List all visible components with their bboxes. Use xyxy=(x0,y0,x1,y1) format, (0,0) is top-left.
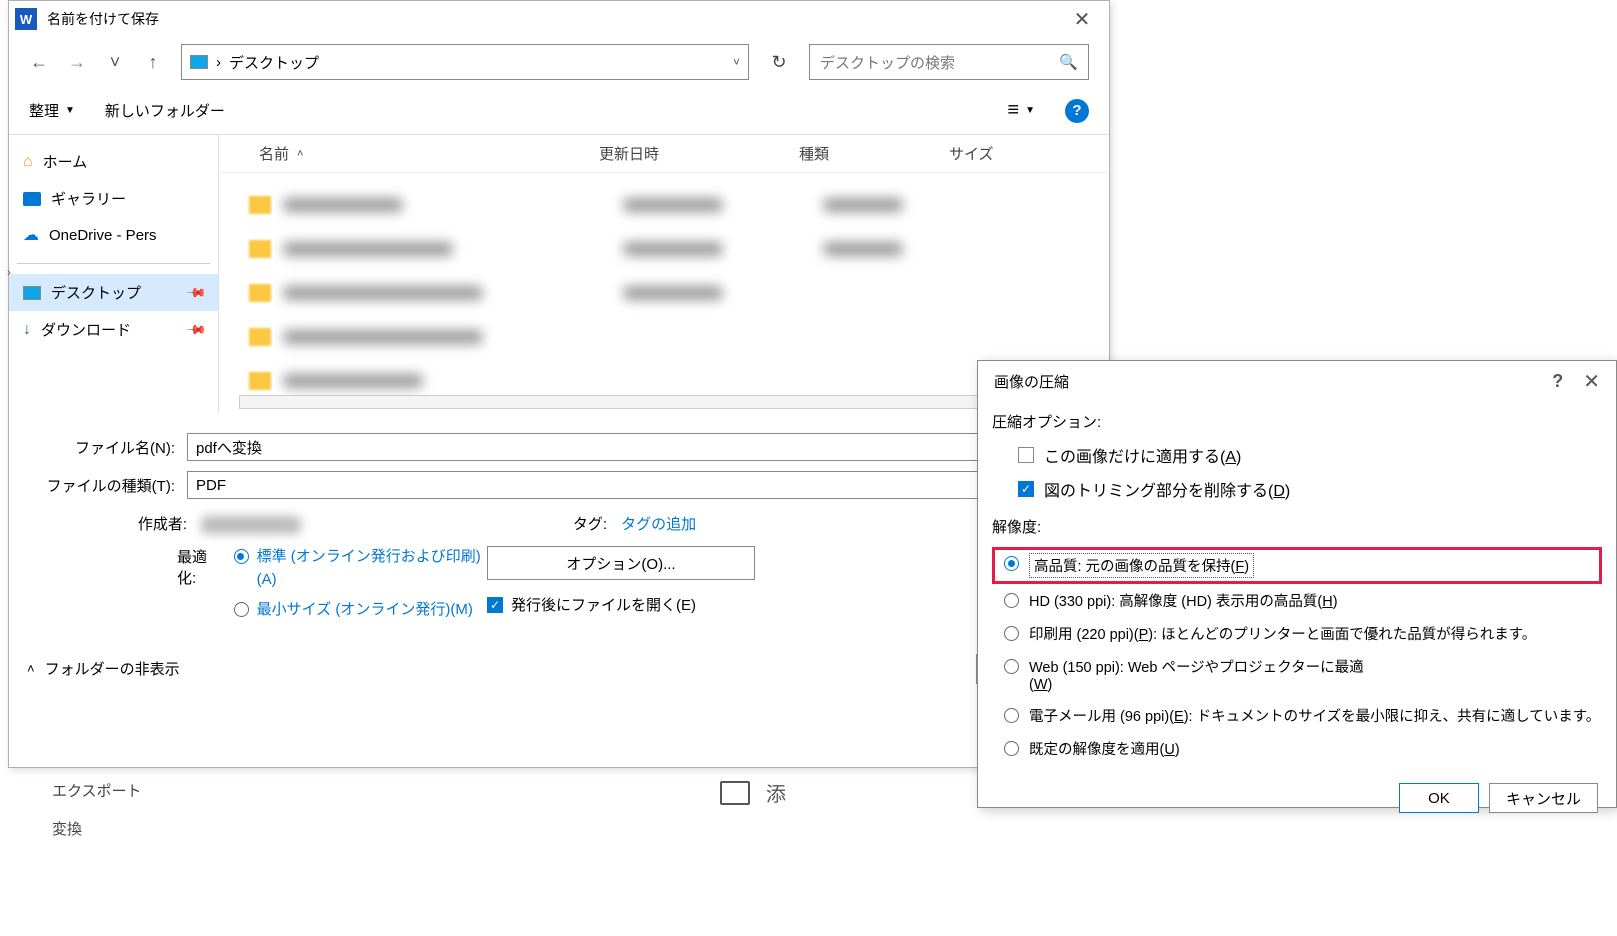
radio-icon xyxy=(234,602,249,617)
nav-up-icon[interactable]: ↑ xyxy=(143,52,163,73)
optimize-minsize-radio[interactable]: 最小サイズ (オンライン発行)(M) xyxy=(234,599,487,622)
attachment-peek: 添 xyxy=(720,778,786,807)
saveas-title: 名前を付けて保存 xyxy=(47,9,159,29)
pin-icon[interactable]: 📌 xyxy=(185,281,208,304)
caret-up-icon[interactable]: ˄ xyxy=(27,661,35,676)
hide-folders-link[interactable]: フォルダーの非表示 xyxy=(45,658,180,679)
sidebar-downloads[interactable]: ↓ダウンロード📌 xyxy=(9,311,218,348)
close-icon[interactable]: ✕ xyxy=(1061,4,1103,34)
resolution-heading: 解像度: xyxy=(978,506,1616,543)
res-print-radio[interactable]: 印刷用 (220 ppi)(P): ほとんどのプリンターと画面で優れた品質が得ら… xyxy=(992,617,1602,650)
checkbox-checked-icon xyxy=(487,597,503,613)
col-size[interactable]: サイズ xyxy=(949,143,1029,164)
author-value-blurred xyxy=(201,516,301,534)
home-icon: ⌂ xyxy=(23,153,33,171)
radio-checked-icon xyxy=(1004,556,1019,571)
checkbox-checked-icon xyxy=(1018,481,1034,497)
filetype-label: ファイルの種類(T): xyxy=(27,475,187,496)
dialog-buttons: OK キャンセル xyxy=(978,769,1616,827)
filename-input[interactable] xyxy=(187,433,1091,461)
cancel-button[interactable]: キャンセル xyxy=(1489,783,1598,813)
breadcrumb-sep: › xyxy=(216,54,221,71)
help-icon[interactable]: ? xyxy=(1065,99,1089,123)
help-icon[interactable]: ? xyxy=(1552,371,1563,392)
nav-back-icon[interactable]: ← xyxy=(29,52,49,73)
col-date[interactable]: 更新日時 xyxy=(599,143,799,164)
file-list-header: 名前 ˄ 更新日時 種類 サイズ xyxy=(219,135,1109,173)
view-mode-button[interactable]: ≡ ▼ xyxy=(1007,99,1035,122)
radio-icon xyxy=(1004,659,1019,674)
res-default-radio[interactable]: 既定の解像度を適用(U) xyxy=(992,732,1602,765)
res-email-radio[interactable]: 電子メール用 (96 ppi)(E): ドキュメントのサイズを最小限に抑え、共有… xyxy=(992,699,1602,732)
bottom-bar: ˄ フォルダーの非表示 ツール(L)▼ xyxy=(9,640,1109,698)
expand-arrow-icon[interactable]: › xyxy=(7,265,11,279)
saveas-titlebar: W 名前を付けて保存 ✕ xyxy=(9,1,1109,37)
compress-title: 画像の圧縮 xyxy=(994,371,1069,392)
pin-icon[interactable]: 📌 xyxy=(185,318,208,341)
file-rows-blurred xyxy=(219,173,1109,413)
organize-button[interactable]: 整理▼ xyxy=(29,100,75,121)
gallery-icon xyxy=(23,192,41,206)
desktop-icon xyxy=(23,286,41,300)
breadcrumb[interactable]: › デスクトップ ˅ xyxy=(181,44,749,80)
nav-forward-icon[interactable]: → xyxy=(67,52,87,73)
ok-button[interactable]: OK xyxy=(1399,783,1479,813)
sidebar-home[interactable]: ⌂ホーム xyxy=(9,143,218,180)
search-input[interactable]: デスクトップの検索 🔍 xyxy=(809,44,1089,80)
delete-crop-checkbox[interactable]: 図のトリミング部分を削除する(D) xyxy=(978,472,1616,506)
nav-recent-icon[interactable]: ˅ xyxy=(105,52,125,73)
monitor-icon xyxy=(190,55,208,69)
apply-only-checkbox[interactable]: この画像だけに適用する(A) xyxy=(978,438,1616,472)
search-placeholder: デスクトップの検索 xyxy=(820,52,955,73)
col-type[interactable]: 種類 xyxy=(799,143,949,164)
filename-form: ファイル名(N): ファイルの種類(T): 作成者: タグ: タグの追加 最適化… xyxy=(9,413,1109,640)
save-as-dialog: W 名前を付けて保存 ✕ ← → ˅ ↑ › デスクトップ ˅ ↻ デスクトップ… xyxy=(8,0,1110,768)
search-icon: 🔍 xyxy=(1059,53,1078,71)
chevron-down-icon[interactable]: ˅ xyxy=(733,55,740,69)
sidebar: › ⌂ホーム ギャラリー ☁OneDrive - Pers デスクトップ📌 ↓ダ… xyxy=(9,135,219,413)
compress-options-heading: 圧縮オプション: xyxy=(978,401,1616,438)
optimize-standard-radio[interactable]: 標準 (オンライン発行および印刷)(A) xyxy=(234,546,487,591)
refresh-icon[interactable]: ↻ xyxy=(767,52,791,73)
compress-pictures-dialog: 画像の圧縮 ? ✕ 圧縮オプション: この画像だけに適用する(A) 図のトリミン… xyxy=(977,360,1617,808)
compress-titlebar: 画像の圧縮 ? ✕ xyxy=(978,361,1616,401)
options-button[interactable]: オプション(O)... xyxy=(487,546,755,580)
sidebar-onedrive[interactable]: ☁OneDrive - Pers xyxy=(9,217,218,253)
sidebar-separator xyxy=(17,263,210,264)
download-icon: ↓ xyxy=(23,321,31,339)
folder-outline-icon xyxy=(720,781,750,805)
backstage-convert[interactable]: 変換 xyxy=(52,818,82,839)
res-web-radio[interactable]: Web (150 ppi): Web ページやプロジェクターに最適(W) xyxy=(992,650,1602,699)
resolution-radiogroup: 高品質: 元の画像の品質を保持(F) HD (330 ppi): 高解像度 (H… xyxy=(978,543,1616,769)
file-list: 名前 ˄ 更新日時 種類 サイズ xyxy=(219,135,1109,413)
filename-label: ファイル名(N): xyxy=(27,437,187,458)
radio-icon xyxy=(1004,741,1019,756)
backstage-export[interactable]: エクスポート xyxy=(52,780,142,801)
radio-checked-icon xyxy=(234,549,249,564)
tag-label: タグ: xyxy=(567,513,617,534)
cloud-icon: ☁ xyxy=(23,225,39,245)
nav-bar: ← → ˅ ↑ › デスクトップ ˅ ↻ デスクトップの検索 🔍 xyxy=(9,37,1109,87)
radio-icon xyxy=(1004,708,1019,723)
add-tag-link[interactable]: タグの追加 xyxy=(621,516,696,533)
checkbox-empty-icon xyxy=(1018,447,1034,463)
sidebar-gallery[interactable]: ギャラリー xyxy=(9,180,218,217)
author-label: 作成者: xyxy=(107,513,197,534)
res-hd-radio[interactable]: HD (330 ppi): 高解像度 (HD) 表示用の高品質(H) xyxy=(992,584,1602,617)
word-app-icon: W xyxy=(15,8,37,30)
new-folder-button[interactable]: 新しいフォルダー xyxy=(105,100,225,121)
breadcrumb-location: デスクトップ xyxy=(229,52,319,73)
sidebar-desktop[interactable]: デスクトップ📌 xyxy=(9,274,218,311)
res-high-quality-radio[interactable]: 高品質: 元の画像の品質を保持(F) xyxy=(992,547,1602,584)
sort-indicator-icon: ˄ xyxy=(297,148,303,160)
main-area: › ⌂ホーム ギャラリー ☁OneDrive - Pers デスクトップ📌 ↓ダ… xyxy=(9,135,1109,413)
close-icon[interactable]: ✕ xyxy=(1583,369,1600,394)
horizontal-scrollbar[interactable] xyxy=(239,395,1097,409)
col-name[interactable]: 名前 ˄ xyxy=(259,143,599,164)
radio-icon xyxy=(1004,593,1019,608)
filetype-select[interactable] xyxy=(187,471,1091,499)
toolbar: 整理▼ 新しいフォルダー ≡ ▼ ? xyxy=(9,87,1109,135)
optimize-label: 最適化: xyxy=(177,546,224,630)
radio-icon xyxy=(1004,626,1019,641)
